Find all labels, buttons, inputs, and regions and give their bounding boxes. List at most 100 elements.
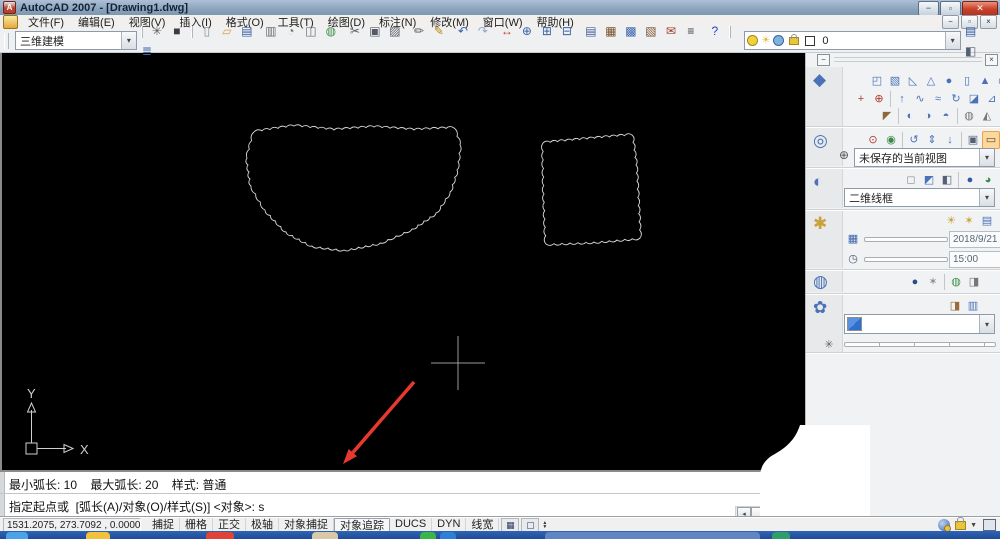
layer-dropdown[interactable]: ☀ 0 ▾: [744, 31, 961, 50]
match-properties-icon[interactable]: ✎: [429, 21, 449, 41]
render-quality-slider[interactable]: [844, 342, 996, 347]
undo-icon[interactable]: ↶: [453, 21, 473, 41]
render-panel-icon[interactable]: ◍: [813, 272, 828, 292]
light-list-icon[interactable]: ▤: [978, 212, 996, 230]
new-file-icon[interactable]: ▯: [197, 21, 217, 41]
properties-icon[interactable]: ▤: [581, 21, 601, 41]
materials-panel-icon[interactable]: ✿: [813, 298, 827, 318]
status-toggle-极轴[interactable]: 极轴: [246, 517, 279, 531]
free-orbit-icon[interactable]: ◉: [882, 131, 900, 149]
toolbar-grip[interactable]: [4, 32, 9, 49]
conceptual-icon[interactable]: ◕: [979, 171, 997, 189]
date-slider[interactable]: [864, 237, 948, 242]
subtract-icon[interactable]: ◑: [919, 107, 937, 125]
zoom-window-icon[interactable]: ⊞: [537, 21, 557, 41]
visual-style-panel-icon[interactable]: ◐: [813, 172, 823, 192]
slice-icon[interactable]: ◪: [965, 90, 983, 108]
dwf-icon[interactable]: ◍: [321, 21, 341, 41]
render-env-icon[interactable]: ◍: [947, 273, 965, 291]
render-window-icon[interactable]: ◨: [965, 273, 983, 291]
drawing-canvas[interactable]: YX: [0, 52, 807, 470]
layer-viewport-icon[interactable]: [773, 35, 785, 46]
toolbar-grip[interactable]: [140, 25, 143, 38]
plot-icon[interactable]: ▥: [261, 21, 281, 41]
redo-icon[interactable]: ↷: [473, 21, 493, 41]
workspace-settings-icon[interactable]: ✳: [147, 21, 167, 41]
toolbar-grip[interactable]: [190, 25, 193, 38]
2d-wireframe-icon[interactable]: ◻: [902, 171, 920, 189]
layer-lock-icon[interactable]: [789, 33, 800, 45]
clean-screen-icon[interactable]: [983, 519, 996, 531]
file-menu-icon[interactable]: [3, 15, 18, 29]
model-space-icon[interactable]: ▦: [501, 518, 520, 532]
constrained-orbit-icon[interactable]: ⊙: [864, 131, 882, 149]
lock-icon[interactable]: [955, 516, 967, 530]
3d-make-panel-icon[interactable]: ◆: [813, 70, 826, 90]
chevron-down-icon[interactable]: ▼: [970, 522, 977, 529]
3d-align-icon[interactable]: ⊿: [983, 90, 1000, 108]
hidden-icon[interactable]: ◧: [938, 171, 956, 189]
swivel-icon[interactable]: ↺: [905, 131, 923, 149]
help-icon[interactable]: ?: [705, 21, 725, 41]
materials-icon[interactable]: ◨: [946, 297, 964, 315]
wedge-icon[interactable]: ◺: [904, 72, 922, 90]
calendar-icon[interactable]: ▦: [844, 230, 862, 248]
union-icon[interactable]: ◐: [901, 107, 919, 125]
doc-minimize-button[interactable]: −: [942, 15, 959, 29]
light-panel-icon[interactable]: ✱: [813, 214, 827, 234]
view-dropdown[interactable]: 未保存的当前视图 ▾: [854, 148, 995, 167]
sun-status-icon[interactable]: ☀: [942, 212, 960, 230]
command-prompt[interactable]: 指定起点或 [弧长(A)/对象(O)/样式(S)] <对象>: s: [9, 498, 264, 515]
publish-icon[interactable]: ◫: [301, 21, 321, 41]
chevron-down-icon[interactable]: ▾: [944, 32, 960, 49]
chevron-down-icon[interactable]: ▾: [979, 189, 994, 206]
camera-icon[interactable]: ▣: [964, 131, 982, 149]
time-slider[interactable]: [864, 257, 948, 262]
clock-icon[interactable]: ◷: [844, 250, 862, 268]
realistic-icon[interactable]: ●: [961, 171, 979, 189]
pan-icon[interactable]: ↔: [497, 21, 517, 41]
save-icon[interactable]: ▤: [237, 21, 257, 41]
copy-icon[interactable]: ▣: [365, 21, 385, 41]
sphere-icon[interactable]: ●: [940, 72, 958, 90]
box-icon[interactable]: ▧: [886, 72, 904, 90]
command-window[interactable]: 最小弧长: 10 最大弧长: 20 样式: 普通 指定起点或 [弧长(A)/对象…: [0, 470, 807, 520]
layer-color-swatch[interactable]: [805, 35, 816, 46]
extrude-icon[interactable]: ↑: [893, 90, 911, 108]
paper-space-icon[interactable]: ▢: [521, 518, 540, 532]
3d-rotate-icon[interactable]: ⊕: [870, 90, 888, 108]
command-grip[interactable]: [0, 472, 5, 519]
status-toggle-栅格[interactable]: 栅格: [180, 517, 213, 531]
menu-item[interactable]: 文件(F): [21, 17, 71, 29]
coordinate-readout[interactable]: 1531.2075, 273.7092 , 0.0000: [3, 518, 141, 532]
plot-preview-icon[interactable]: ◔: [281, 21, 301, 41]
tool-palettes-icon[interactable]: ▩: [621, 21, 641, 41]
view-sync-icon[interactable]: ⊕: [839, 148, 849, 162]
pyramid-icon[interactable]: ▲: [976, 72, 994, 90]
loft-icon[interactable]: ≈: [929, 90, 947, 108]
layer-states-icon[interactable]: ◧: [961, 41, 981, 61]
visual-style-dropdown[interactable]: 二维线框 ▾: [844, 188, 995, 207]
palette-minimize-button[interactable]: −: [817, 54, 830, 66]
date-value[interactable]: 2018/9/21: [949, 231, 1000, 248]
torus-icon[interactable]: ◎: [994, 72, 1000, 90]
layer-freeze-icon[interactable]: ☀: [761, 35, 770, 46]
slice-plane-icon[interactable]: ◭: [978, 107, 996, 125]
minimize-button[interactable]: −: [918, 1, 939, 16]
layer-properties-icon[interactable]: ▤: [961, 21, 981, 41]
3d-wireframe-icon[interactable]: ◩: [920, 171, 938, 189]
adjust-distance-icon[interactable]: ⇕: [923, 131, 941, 149]
sky-icon[interactable]: ✶: [960, 212, 978, 230]
communication-center-icon[interactable]: [938, 519, 952, 532]
cone-icon[interactable]: △: [922, 72, 940, 90]
status-toggle-捕捉[interactable]: 捕捉: [147, 517, 180, 531]
layer-on-icon[interactable]: [747, 35, 759, 46]
render-settings-icon[interactable]: ✶: [924, 273, 942, 291]
quickcalc-icon[interactable]: ≡: [681, 21, 701, 41]
render-ball-icon[interactable]: ●: [906, 273, 924, 291]
zoom-previous-icon[interactable]: ⊟: [557, 21, 577, 41]
parallel-projection-icon[interactable]: ▭: [982, 131, 1000, 149]
status-toggle-对象捕捉[interactable]: 对象捕捉: [279, 517, 334, 531]
markup-icon[interactable]: ✉: [661, 21, 681, 41]
status-spinner[interactable]: ▲ ▼: [542, 520, 547, 530]
